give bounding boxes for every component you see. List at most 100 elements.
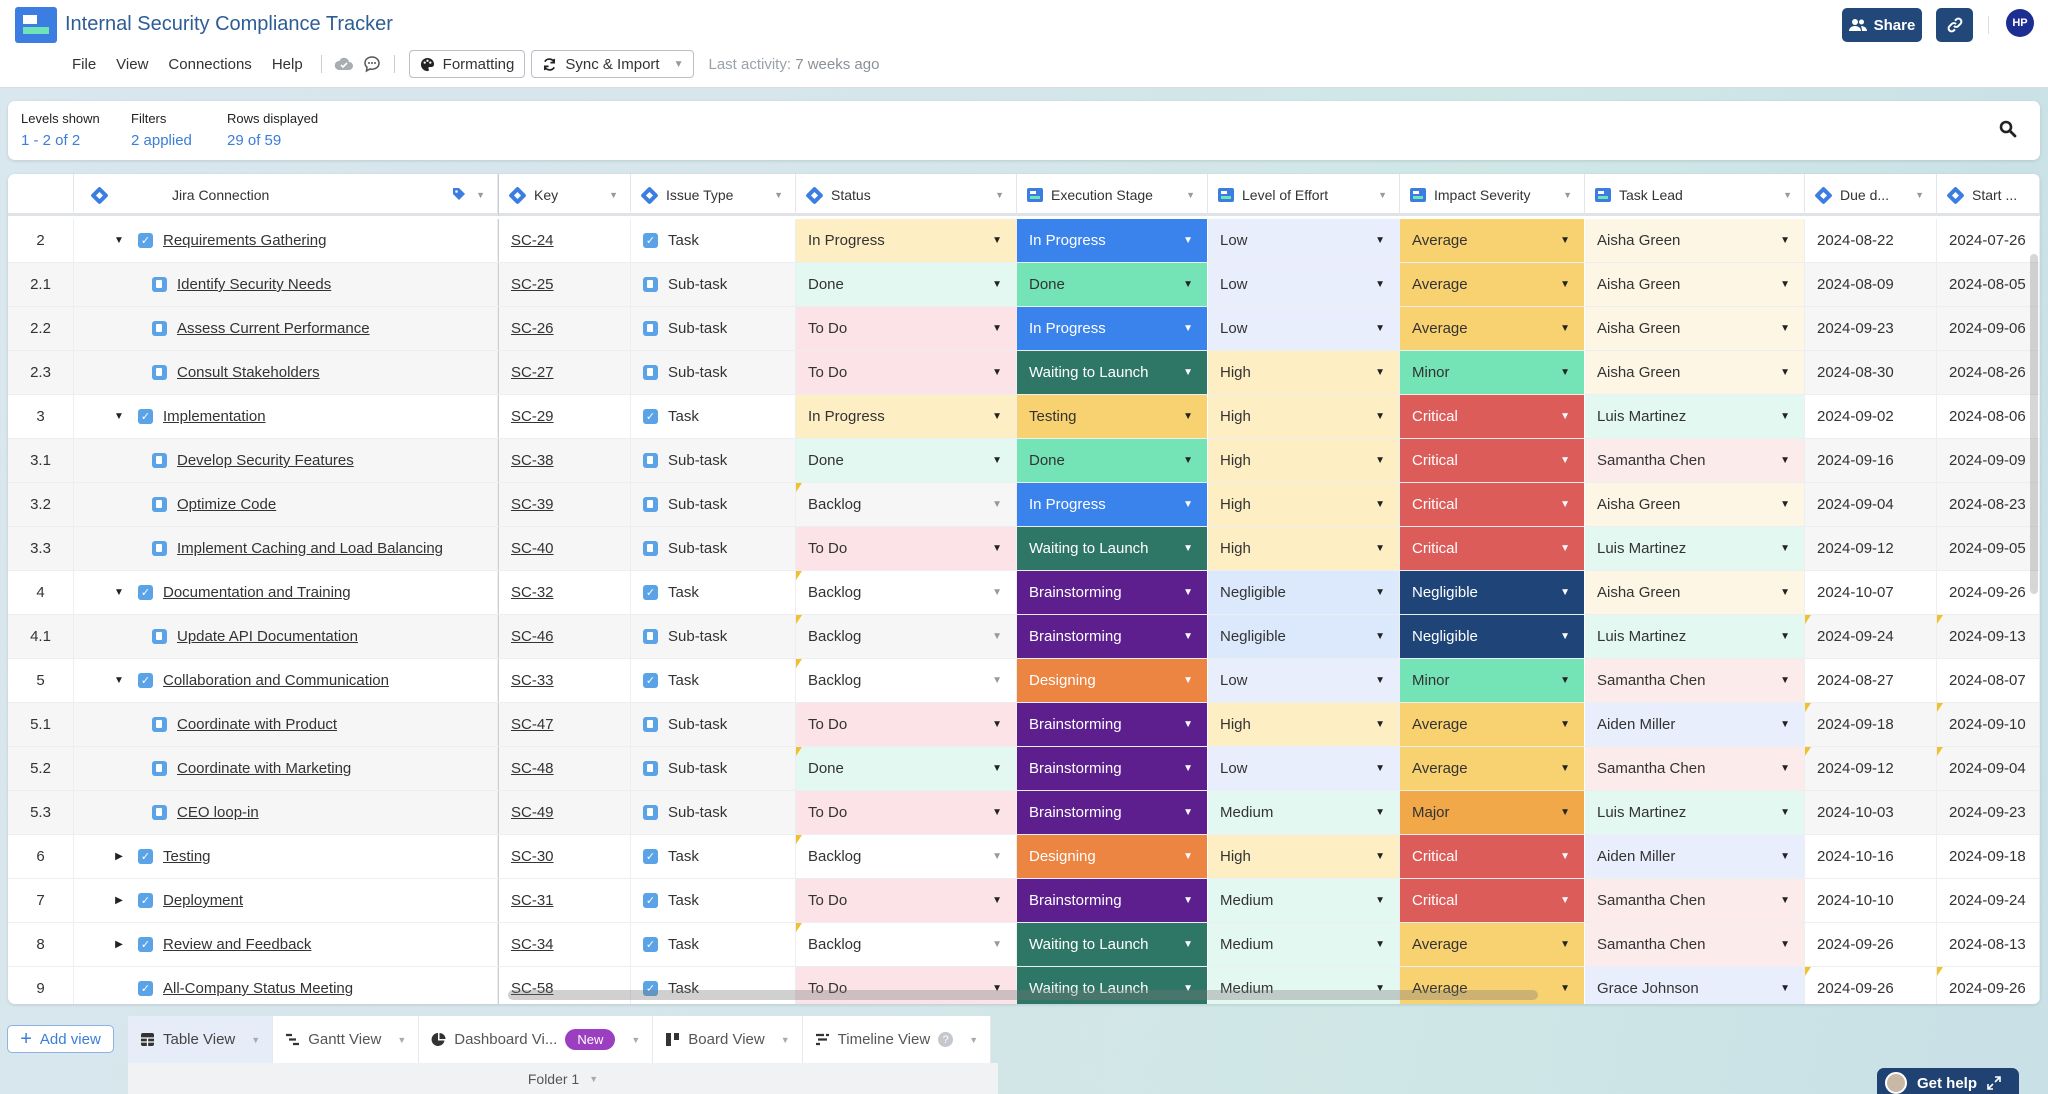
start-date-cell[interactable]: 2024-09-23: [1937, 791, 2040, 834]
task-lead-dropdown[interactable]: Aiden Miller ▼: [1585, 703, 1805, 746]
status-dropdown[interactable]: Backlog ▼: [796, 659, 1017, 702]
level-of-effort-dropdown[interactable]: High ▼: [1208, 351, 1400, 394]
header-jira-connection[interactable]: Jira Connection ▼: [74, 174, 498, 216]
due-date-cell[interactable]: 2024-09-18: [1805, 703, 1937, 746]
header-execution-stage[interactable]: Execution Stage ▼: [1017, 174, 1208, 216]
chevron-down-icon[interactable]: ▼: [969, 1035, 978, 1045]
level-of-effort-dropdown[interactable]: Medium ▼: [1208, 923, 1400, 966]
task-lead-dropdown[interactable]: Samantha Chen ▼: [1585, 659, 1805, 702]
key-cell[interactable]: SC-34: [498, 923, 631, 966]
issue-key-link[interactable]: SC-26: [511, 320, 554, 337]
execution-stage-dropdown[interactable]: Designing ▼: [1017, 659, 1208, 702]
user-avatar[interactable]: HP: [2006, 9, 2034, 37]
table-row[interactable]: 5.1 Coordinate with Product SC-47 Sub-task T…: [8, 703, 2040, 747]
impact-severity-dropdown[interactable]: Critical ▼: [1400, 879, 1585, 922]
issue-name-cell[interactable]: ▼ ✓ Documentation and Training: [74, 571, 498, 614]
issue-name-cell[interactable]: Optimize Code: [74, 483, 498, 526]
copy-link-button[interactable]: [1936, 8, 1973, 42]
header-key[interactable]: Key ▼: [498, 174, 631, 216]
issue-name-link[interactable]: CEO loop-in: [177, 804, 259, 821]
key-cell[interactable]: SC-39: [498, 483, 631, 526]
key-cell[interactable]: SC-29: [498, 395, 631, 438]
execution-stage-dropdown[interactable]: In Progress ▼: [1017, 219, 1208, 262]
issue-key-link[interactable]: SC-32: [511, 584, 554, 601]
issue-name-cell[interactable]: CEO loop-in: [74, 791, 498, 834]
key-cell[interactable]: SC-47: [498, 703, 631, 746]
chevron-down-icon[interactable]: ▼: [476, 190, 485, 200]
issue-name-link[interactable]: Documentation and Training: [163, 584, 351, 601]
tab-gantt-view[interactable]: Gantt View ▼: [273, 1016, 420, 1063]
impact-severity-dropdown[interactable]: Critical ▼: [1400, 527, 1585, 570]
table-row[interactable]: 2.2 Assess Current Performance SC-26 Sub-ta…: [8, 307, 2040, 351]
due-date-cell[interactable]: 2024-08-30: [1805, 351, 1937, 394]
due-date-cell[interactable]: 2024-08-27: [1805, 659, 1937, 702]
chevron-down-icon[interactable]: ▼: [1378, 190, 1387, 200]
key-cell[interactable]: SC-49: [498, 791, 631, 834]
impact-severity-dropdown[interactable]: Negligible ▼: [1400, 615, 1585, 658]
expand-toggle-icon[interactable]: ▶: [112, 939, 126, 950]
status-dropdown[interactable]: To Do ▼: [796, 527, 1017, 570]
issue-name-cell[interactable]: Assess Current Performance: [74, 307, 498, 350]
level-of-effort-dropdown[interactable]: Low ▼: [1208, 659, 1400, 702]
issue-name-link[interactable]: Deployment: [163, 892, 243, 909]
task-lead-dropdown[interactable]: Luis Martinez ▼: [1585, 527, 1805, 570]
task-lead-dropdown[interactable]: Samantha Chen ▼: [1585, 439, 1805, 482]
header-due-date[interactable]: Due d... ▼: [1805, 174, 1937, 216]
impact-severity-dropdown[interactable]: Critical ▼: [1400, 439, 1585, 482]
status-dropdown[interactable]: Done ▼: [796, 747, 1017, 790]
table-row[interactable]: 7 ▶ ✓ Deployment SC-31 ✓ Task To Do ▼ Brainstormi…: [8, 879, 2040, 923]
due-date-cell[interactable]: 2024-08-09: [1805, 263, 1937, 306]
execution-stage-dropdown[interactable]: Waiting to Launch ▼: [1017, 351, 1208, 394]
due-date-cell[interactable]: 2024-09-12: [1805, 527, 1937, 570]
issue-name-cell[interactable]: ▼ ✓ Collaboration and Communication: [74, 659, 498, 702]
issue-name-link[interactable]: Develop Security Features: [177, 452, 354, 469]
status-dropdown[interactable]: To Do ▼: [796, 351, 1017, 394]
execution-stage-dropdown[interactable]: Brainstorming ▼: [1017, 791, 1208, 834]
impact-severity-dropdown[interactable]: Average ▼: [1400, 307, 1585, 350]
start-date-cell[interactable]: 2024-09-18: [1937, 835, 2040, 878]
impact-severity-dropdown[interactable]: Average ▼: [1400, 219, 1585, 262]
due-date-cell[interactable]: 2024-09-26: [1805, 923, 1937, 966]
start-date-cell[interactable]: 2024-09-13: [1937, 615, 2040, 658]
due-date-cell[interactable]: 2024-10-10: [1805, 879, 1937, 922]
level-of-effort-dropdown[interactable]: High ▼: [1208, 835, 1400, 878]
issue-key-link[interactable]: SC-46: [511, 628, 554, 645]
filters-applied[interactable]: Filters 2 applied: [131, 111, 192, 149]
start-date-cell[interactable]: 2024-09-26: [1937, 967, 2040, 1004]
task-lead-dropdown[interactable]: Aisha Green ▼: [1585, 263, 1805, 306]
table-row[interactable]: 3.1 Develop Security Features SC-38 Sub-tas…: [8, 439, 2040, 483]
table-row[interactable]: 3 ▼ ✓ Implementation SC-29 ✓ Task In Progress ▼ T…: [8, 395, 2040, 439]
key-cell[interactable]: SC-46: [498, 615, 631, 658]
collapse-toggle-icon[interactable]: ▼: [112, 235, 126, 246]
table-row[interactable]: 2 ▼ ✓ Requirements Gathering SC-24 ✓ Task In Pr…: [8, 219, 2040, 263]
task-lead-dropdown[interactable]: Aisha Green ▼: [1585, 351, 1805, 394]
issue-name-cell[interactable]: ▶ ✓ Testing: [74, 835, 498, 878]
rows-displayed-value[interactable]: 29 of 59: [227, 132, 318, 149]
start-date-cell[interactable]: 2024-08-07: [1937, 659, 2040, 702]
impact-severity-dropdown[interactable]: Major ▼: [1400, 791, 1585, 834]
tab-dashboard-view[interactable]: Dashboard Vi... New ▼: [419, 1016, 654, 1063]
status-dropdown[interactable]: To Do ▼: [796, 879, 1017, 922]
start-date-cell[interactable]: 2024-09-04: [1937, 747, 2040, 790]
due-date-cell[interactable]: 2024-10-03: [1805, 791, 1937, 834]
issue-name-link[interactable]: Review and Feedback: [163, 936, 311, 953]
chevron-down-icon[interactable]: ▼: [774, 190, 783, 200]
execution-stage-dropdown[interactable]: In Progress ▼: [1017, 483, 1208, 526]
issue-key-link[interactable]: SC-30: [511, 848, 554, 865]
task-lead-dropdown[interactable]: Luis Martinez ▼: [1585, 615, 1805, 658]
issue-name-cell[interactable]: ▼ ✓ Implementation: [74, 395, 498, 438]
add-view-button[interactable]: + Add view: [7, 1025, 114, 1053]
impact-severity-dropdown[interactable]: Negligible ▼: [1400, 571, 1585, 614]
impact-severity-dropdown[interactable]: Minor ▼: [1400, 659, 1585, 702]
level-of-effort-dropdown[interactable]: High ▼: [1208, 395, 1400, 438]
key-cell[interactable]: SC-26: [498, 307, 631, 350]
chevron-down-icon[interactable]: ▼: [995, 190, 1004, 200]
table-row[interactable]: 3.2 Optimize Code SC-39 Sub-task Backlog ▼ In …: [8, 483, 2040, 527]
issue-name-cell[interactable]: Update API Documentation: [74, 615, 498, 658]
key-cell[interactable]: SC-48: [498, 747, 631, 790]
due-date-cell[interactable]: 2024-08-22: [1805, 219, 1937, 262]
issue-key-link[interactable]: SC-33: [511, 672, 554, 689]
execution-stage-dropdown[interactable]: Brainstorming ▼: [1017, 571, 1208, 614]
status-dropdown[interactable]: To Do ▼: [796, 791, 1017, 834]
issue-key-link[interactable]: SC-31: [511, 892, 554, 909]
